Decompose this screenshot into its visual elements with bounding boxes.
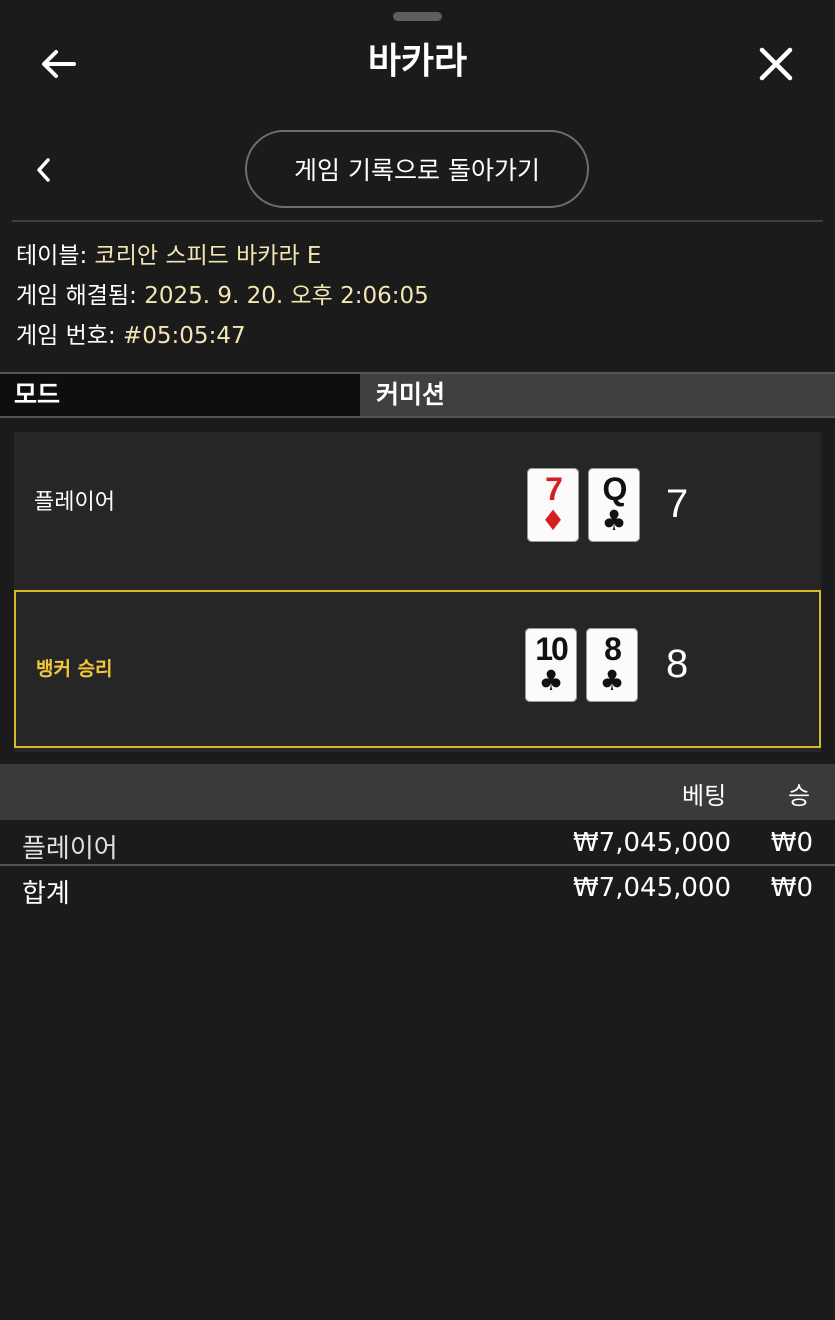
bet-column-header: 베팅 — [682, 782, 727, 810]
club-icon: ♣ — [601, 504, 627, 537]
settled-info: 게임 해결됨: 2025. 9. 20. 오후 2:06:05 — [16, 280, 429, 312]
game-number-info: 게임 번호: #05:05:47 — [16, 320, 246, 352]
win-amount: ₩0 — [770, 828, 813, 858]
result-panel: 플레이어 7 ♦ Q ♣ 7 뱅커 승리 10 ♣ 8 ♣ 8 — [14, 432, 821, 752]
mode-bar: 모드 커미션 — [0, 372, 835, 418]
table-info: 테이블: 코리안 스피드 바카라 E — [16, 240, 321, 272]
banker-score: 8 — [666, 642, 689, 686]
page-title: 바카라 — [367, 41, 468, 82]
close-button[interactable] — [754, 42, 798, 86]
divider — [12, 220, 823, 222]
card-rank: 8 — [604, 631, 622, 667]
bet-amount: ₩7,045,000 — [572, 828, 731, 858]
card-rank: Q — [602, 471, 628, 507]
card-rank: 7 — [545, 471, 563, 507]
previous-button[interactable] — [28, 150, 58, 190]
bottom-sheet: 바카라 게임 기록으로 돌아가기 테이블: 코리안 스피드 바카라 E 게임 해… — [0, 0, 835, 1320]
return-to-history-button[interactable]: 게임 기록으로 돌아가기 — [245, 130, 589, 208]
card-q-clubs: Q ♣ — [588, 468, 640, 542]
player-row: 플레이어 7 ♦ Q ♣ 7 — [14, 432, 821, 590]
settled-label: 게임 해결됨: — [16, 283, 137, 309]
total-win-amount: ₩0 — [770, 873, 813, 903]
chevron-left-icon — [37, 158, 50, 182]
card-10-clubs: 10 ♣ — [525, 628, 577, 702]
banker-label: 뱅커 승리 — [36, 658, 113, 680]
club-icon: ♣ — [538, 664, 564, 697]
club-icon: ♣ — [599, 664, 625, 697]
table-value: 코리안 스피드 바카라 E — [94, 243, 322, 269]
game-number-label: 게임 번호: — [16, 323, 116, 349]
player-label: 플레이어 — [34, 490, 115, 515]
total-bet-amount: ₩7,045,000 — [572, 873, 731, 903]
drag-handle[interactable] — [393, 12, 442, 21]
card-7-diamonds: 7 ♦ — [527, 468, 579, 542]
settled-value: 2025. 9. 20. 오후 2:06:05 — [144, 283, 429, 309]
total-row: 합계 ₩7,045,000 ₩0 — [0, 869, 835, 913]
table-row: 플레이어 ₩7,045,000 ₩0 — [0, 824, 835, 868]
close-icon — [759, 47, 793, 81]
total-label: 합계 — [22, 879, 70, 909]
mode-label: 모드 — [0, 374, 360, 416]
banker-row: 뱅커 승리 10 ♣ 8 ♣ 8 — [14, 590, 821, 748]
table-label: 테이블: — [16, 243, 88, 269]
game-number-value: #05:05:47 — [123, 323, 246, 349]
card-8-clubs: 8 ♣ — [586, 628, 638, 702]
mode-value: 커미션 — [376, 380, 446, 409]
diamond-icon: ♦ — [540, 504, 566, 537]
win-column-header: 승 — [788, 782, 811, 810]
bet-name: 플레이어 — [22, 834, 118, 864]
player-score: 7 — [666, 482, 689, 526]
divider — [0, 864, 835, 866]
card-rank: 10 — [535, 631, 569, 667]
bet-table-header: 베팅 승 — [0, 764, 835, 820]
